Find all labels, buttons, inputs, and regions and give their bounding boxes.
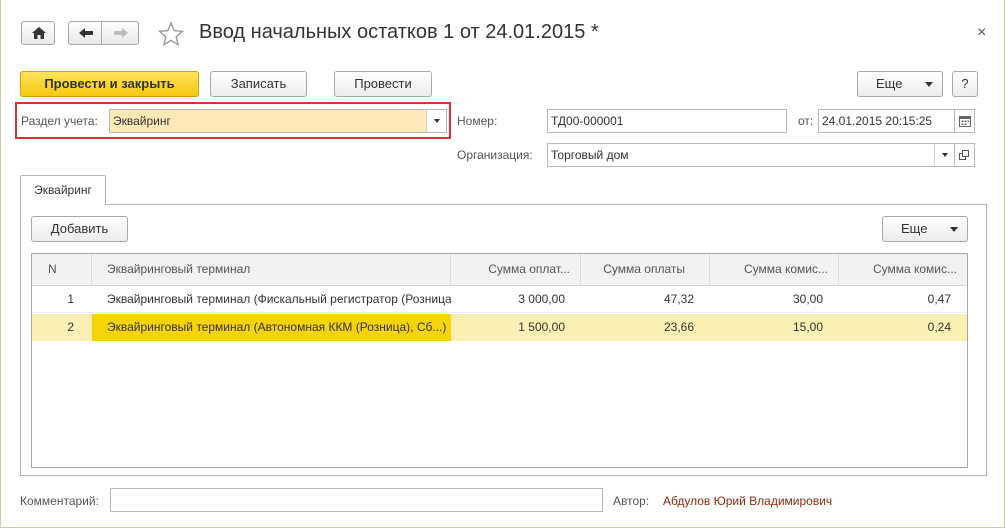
table-more-button-label: Еще xyxy=(901,221,928,236)
more-button-label: Еще xyxy=(876,76,903,91)
organization-open-button[interactable] xyxy=(955,143,975,167)
organization-label: Организация: xyxy=(457,148,533,162)
table-row-selected[interactable]: 2 Эквайринговый терминал (Автономная ККМ… xyxy=(32,314,967,341)
forward-button[interactable] xyxy=(101,21,139,45)
column-header-terminal[interactable]: Эквайринговый терминал xyxy=(92,254,451,285)
number-field[interactable]: ТД00-000001 xyxy=(547,109,787,133)
acquiring-table[interactable]: N Эквайринговый терминал Сумма оплат... … xyxy=(31,253,968,468)
favorite-star-icon[interactable] xyxy=(158,21,184,47)
column-header-payment-sum-2[interactable]: Сумма оплаты xyxy=(581,254,710,285)
comment-field[interactable] xyxy=(110,488,603,512)
cell-payment-sum-1: 1 500,00 xyxy=(518,320,565,334)
section-select[interactable]: Эквайринг xyxy=(109,109,447,133)
post-and-close-button[interactable]: Провести и закрыть xyxy=(20,71,199,97)
home-icon xyxy=(32,27,46,39)
column-header-n[interactable]: N xyxy=(32,254,92,285)
add-button[interactable]: Добавить xyxy=(31,216,128,242)
calendar-button[interactable] xyxy=(955,109,975,133)
tab-acquiring[interactable]: Эквайринг xyxy=(20,175,106,205)
cell-n: 2 xyxy=(67,320,74,334)
date-label: от: xyxy=(798,114,814,128)
organization-dropdown-button[interactable] xyxy=(934,144,954,166)
cell-fee-sum-1: 30,00 xyxy=(792,292,823,306)
post-button[interactable]: Провести xyxy=(334,71,432,97)
cell-payment-sum-1: 3 000,00 xyxy=(518,292,565,306)
cell-terminal: Эквайринговый терминал (Фискальный регис… xyxy=(107,292,451,306)
open-icon xyxy=(959,150,969,160)
table-header: N Эквайринговый терминал Сумма оплат... … xyxy=(32,254,967,286)
cell-n: 1 xyxy=(67,292,74,306)
chevron-down-icon xyxy=(925,82,933,87)
author-link[interactable]: Абдулов Юрий Владимирович xyxy=(663,494,832,508)
home-button[interactable] xyxy=(21,21,55,45)
more-button[interactable]: Еще xyxy=(857,71,943,97)
cell-fee-sum-1: 15,00 xyxy=(792,320,823,334)
cell-payment-sum-2: 47,32 xyxy=(663,292,694,306)
calendar-icon xyxy=(959,116,971,127)
back-arrow-icon xyxy=(79,28,93,38)
column-header-fee-sum-1[interactable]: Сумма комис... xyxy=(710,254,839,285)
cell-fee-sum-2: 0,47 xyxy=(927,292,951,306)
section-select-value: Эквайринг xyxy=(113,114,171,128)
page-title: Ввод начальных остатков 1 от 24.01.2015 … xyxy=(199,21,599,43)
column-header-fee-sum-2[interactable]: Сумма комис... xyxy=(839,254,967,285)
cell-fee-sum-2: 0,24 xyxy=(927,320,951,334)
organization-select[interactable]: Торговый дом xyxy=(547,143,955,167)
chevron-down-icon xyxy=(434,119,440,123)
cell-payment-sum-2: 23,66 xyxy=(663,320,694,334)
section-dropdown-button[interactable] xyxy=(426,110,446,132)
table-more-button[interactable]: Еще xyxy=(882,216,968,242)
cell-terminal[interactable]: Эквайринговый терминал (Автономная ККМ (… xyxy=(92,314,451,341)
column-header-payment-sum-1[interactable]: Сумма оплат... xyxy=(451,254,581,285)
back-button[interactable] xyxy=(68,21,102,45)
table-row[interactable]: 1 Эквайринговый терминал (Фискальный рег… xyxy=(32,286,967,313)
date-field[interactable]: 24.01.2015 20:15:25 xyxy=(818,109,955,133)
help-button[interactable]: ? xyxy=(952,71,978,97)
chevron-down-icon xyxy=(950,227,958,232)
section-label: Раздел учета: xyxy=(21,114,98,128)
number-label: Номер: xyxy=(457,114,498,128)
author-label: Автор: xyxy=(613,494,650,508)
save-button[interactable]: Записать xyxy=(210,71,307,97)
close-icon[interactable]: × xyxy=(977,24,986,42)
organization-select-value: Торговый дом xyxy=(551,148,629,162)
forward-arrow-icon xyxy=(114,28,128,38)
chevron-down-icon xyxy=(942,153,948,157)
comment-label: Комментарий: xyxy=(20,494,99,508)
